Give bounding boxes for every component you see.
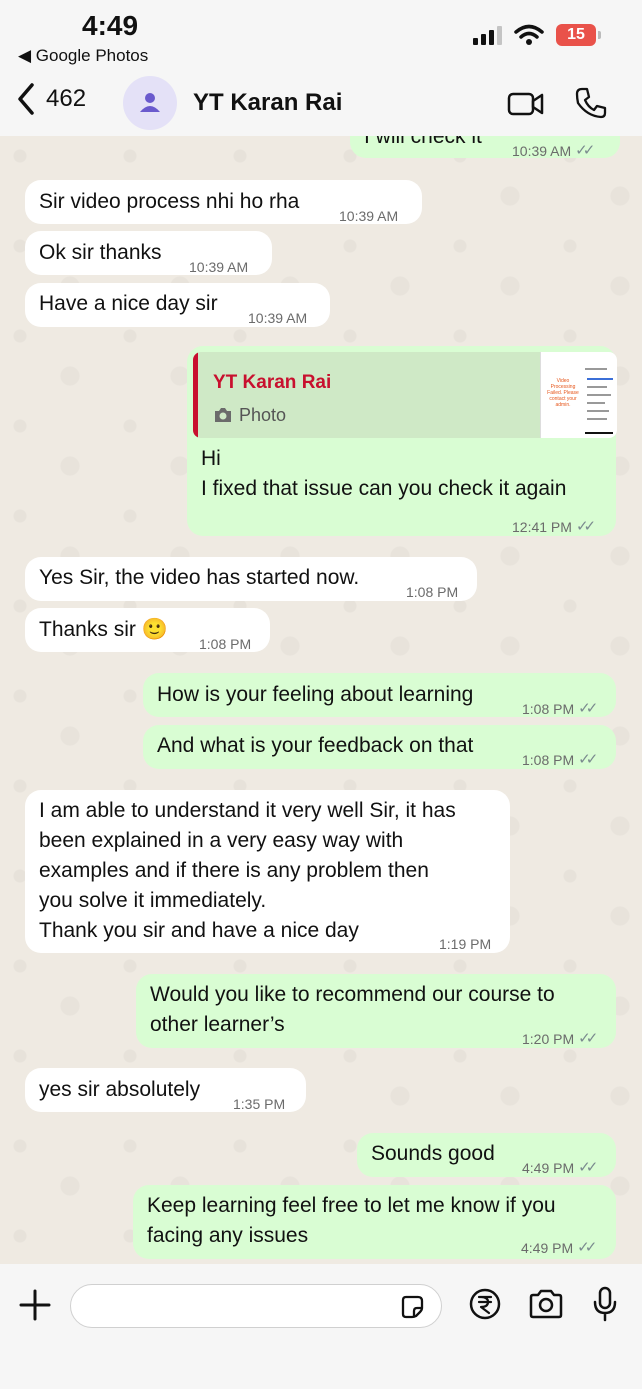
quoted-message[interactable]: YT Karan Rai Photo Video Processing Fail…: [193, 352, 617, 438]
wifi-icon: [514, 24, 544, 45]
quoted-sender: YT Karan Rai: [213, 372, 332, 393]
message-meta: 1:08 PM: [406, 577, 458, 607]
message-bubble-outgoing[interactable]: How is your feeling about learning 1:08 …: [143, 673, 616, 717]
status-time: 4:49: [82, 10, 139, 41]
read-receipt-icon: ✓✓: [578, 700, 598, 717]
message-meta: 1:08 PM ✓✓: [522, 745, 598, 775]
message-text: Ok sir thanks: [39, 241, 162, 264]
message-text: Keep learning feel free to let me know i…: [147, 1194, 556, 1247]
message-text: Thanks sir 🙂: [39, 618, 168, 641]
camera-icon: [215, 408, 231, 422]
read-receipt-icon: ✓✓: [578, 1159, 598, 1176]
message-bubble-incoming[interactable]: Have a nice day sir 10:39 AM: [25, 283, 330, 327]
message-meta: 10:39 AM: [248, 303, 307, 333]
message-meta: 1:08 PM: [199, 629, 251, 659]
message-bubble-incoming[interactable]: I am able to understand it very well Sir…: [25, 790, 510, 953]
message-text: Would you like to recommend our course t…: [150, 983, 555, 1036]
quote-accent-bar: [193, 352, 198, 438]
read-receipt-icon: ✓✓: [575, 142, 595, 159]
message-time: 1:08 PM: [406, 584, 459, 600]
message-text: yes sir absolutely: [39, 1078, 201, 1101]
message-time: 4:49 PM: [521, 1240, 574, 1256]
read-receipt-icon: ✓✓: [577, 1239, 597, 1256]
plus-icon[interactable]: [18, 1288, 52, 1322]
message-time: 1:35 PM: [233, 1096, 286, 1112]
read-receipt-icon: ✓✓: [575, 518, 596, 535]
message-bubble-outgoing[interactable]: Keep learning feel free to let me know i…: [133, 1185, 616, 1259]
status-icons: 15: [473, 24, 601, 46]
message-time: 1:19 PM: [439, 936, 492, 952]
message-bubble-incoming[interactable]: Yes Sir, the video has started now. 1:08…: [25, 557, 477, 601]
message-time: 10:39 AM: [512, 143, 572, 159]
status-bar: 4:49 ◀ Google Photos 15: [0, 0, 642, 70]
rupee-payment-icon[interactable]: [469, 1288, 501, 1320]
message-bubble-outgoing[interactable]: Sounds good 4:49 PM ✓✓: [357, 1133, 616, 1177]
camera-icon[interactable]: [528, 1289, 564, 1319]
message-bubble-outgoing[interactable]: Would you like to recommend our course t…: [136, 974, 616, 1048]
message-meta: 1:35 PM: [233, 1089, 285, 1119]
cellular-signal-icon: [473, 25, 502, 45]
read-receipt-icon: ✓✓: [578, 751, 598, 768]
message-text: Yes Sir, the video has started now.: [39, 566, 360, 589]
message-text: How is your feeling about learning: [157, 683, 474, 706]
thumbnail-text: Video Processing Failed. Please contact …: [547, 378, 579, 408]
quoted-type: Photo: [213, 400, 286, 430]
message-time: 1:08 PM: [522, 701, 575, 717]
message-time: 4:49 PM: [522, 1160, 575, 1176]
quoted-type-label: Photo: [239, 405, 287, 425]
message-bubble-incoming[interactable]: Thanks sir 🙂 1:08 PM: [25, 608, 270, 652]
message-bubble-incoming[interactable]: Sir video process nhi ho rha 10:39 AM: [25, 180, 422, 224]
message-text: Have a nice day sir: [39, 292, 218, 315]
message-time: 10:39 AM: [189, 259, 249, 275]
message-text: And what is your feedback on that: [157, 734, 474, 757]
message-time: 1:20 PM: [522, 1031, 575, 1047]
message-meta: 12:41 PM ✓✓: [512, 512, 596, 542]
message-input[interactable]: [70, 1284, 442, 1328]
message-meta: 4:49 PM ✓✓: [522, 1153, 598, 1183]
message-bubble-outgoing[interactable]: YT Karan Rai Photo Video Processing Fail…: [187, 346, 617, 536]
sticker-icon[interactable]: [399, 1294, 425, 1320]
message-meta: 10:39 AM ✓✓: [512, 136, 595, 166]
message-meta: 1:19 PM: [439, 929, 491, 959]
message-text: I am able to understand it very well Sir…: [39, 799, 456, 942]
microphone-icon[interactable]: [592, 1286, 618, 1322]
message-meta: 1:08 PM ✓✓: [522, 694, 598, 724]
back-to-app-link[interactable]: ◀ Google Photos: [18, 46, 148, 66]
message-bubble-outgoing[interactable]: And what is your feedback on that 1:08 P…: [143, 725, 616, 769]
message-text: Hi I fixed that issue can you check it a…: [201, 447, 567, 500]
message-time: 1:08 PM: [522, 752, 575, 768]
message-meta: 10:39 AM: [189, 252, 248, 282]
message-time: 10:39 AM: [339, 208, 399, 224]
message-meta: 10:39 AM: [339, 201, 398, 231]
message-meta: 4:49 PM ✓✓: [521, 1233, 597, 1263]
composer-bar: [0, 1264, 642, 1389]
photo-thumbnail[interactable]: Video Processing Failed. Please contact …: [540, 352, 617, 438]
battery-indicator: 15: [556, 24, 601, 46]
message-bubble-incoming[interactable]: yes sir absolutely 1:35 PM: [25, 1068, 306, 1112]
message-text: Sir video process nhi ho rha: [39, 190, 300, 213]
message-time: 12:41 PM: [512, 519, 572, 535]
message-time: 10:39 AM: [248, 310, 308, 326]
message-text: Sounds good: [371, 1142, 495, 1165]
read-receipt-icon: ✓✓: [578, 1030, 598, 1047]
message-meta: 1:20 PM ✓✓: [522, 1024, 598, 1054]
message-time: 1:08 PM: [199, 636, 252, 652]
message-bubble-incoming[interactable]: Ok sir thanks 10:39 AM: [25, 231, 272, 275]
